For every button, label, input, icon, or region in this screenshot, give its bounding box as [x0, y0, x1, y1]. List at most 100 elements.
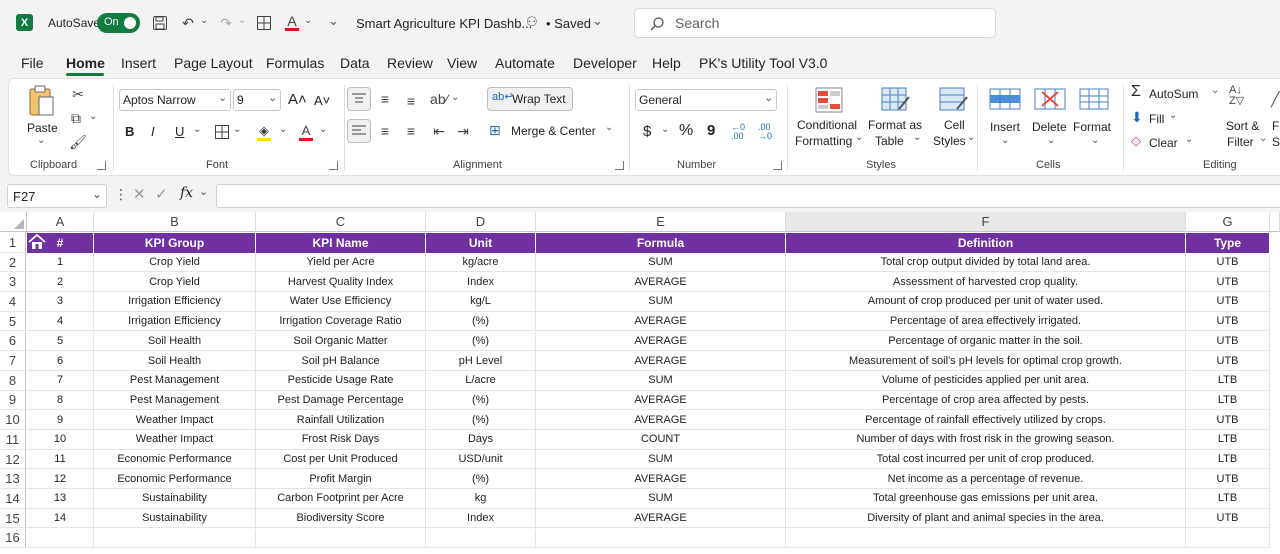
column-header-b[interactable]: B [94, 212, 256, 232]
copy-dropdown-icon[interactable]: ⌄ [89, 111, 97, 122]
more-options-icon[interactable]: ⋮ [114, 186, 128, 203]
cell-kpi-group[interactable]: Crop Yield [94, 252, 256, 273]
cell-unit[interactable]: L/acre [426, 370, 536, 391]
fill-color-icon[interactable]: ◈ [255, 121, 273, 143]
cell-type[interactable]: UTB [1186, 292, 1270, 312]
align-right-icon[interactable]: ≡ [401, 121, 421, 141]
cell-empty[interactable] [94, 528, 256, 549]
clear-button[interactable]: ◇ Clear ⌄ [1129, 133, 1197, 153]
cell-formula[interactable]: AVERAGE [536, 331, 786, 352]
cell-formula[interactable]: AVERAGE [536, 410, 786, 430]
cell-formula[interactable]: SUM [536, 370, 786, 391]
format-painter-icon[interactable]: 🖌 [69, 133, 87, 151]
cell-kpi-group[interactable]: Pest Management [94, 390, 256, 411]
cell-kpi-group[interactable]: Irrigation Efficiency [94, 292, 256, 312]
cell-num[interactable]: 2 [27, 272, 94, 293]
insert-cells-button[interactable]: Insert ⌄ [985, 85, 1025, 155]
autosave-toggle[interactable]: On [97, 13, 140, 33]
alignment-launcher-icon[interactable] [615, 161, 624, 170]
column-header-c[interactable]: C [256, 212, 426, 232]
cell-definition[interactable]: Amount of crop produced per unit of wate… [786, 292, 1186, 312]
sort-filter-button[interactable]: A↓ Z▽ Sort & Filter ⌄ [1221, 85, 1269, 155]
cell-num[interactable]: 7 [27, 370, 94, 391]
cell-definition[interactable]: Total greenhouse gas emissions per unit … [786, 489, 1186, 509]
cell-kpi-group[interactable]: Sustainability [94, 508, 256, 529]
cell-formula[interactable]: SUM [536, 489, 786, 509]
tab-page-layout[interactable]: Page Layout [174, 55, 253, 71]
cell-unit[interactable]: Index [426, 508, 536, 529]
cell-kpi-name[interactable]: Frost Risk Days [256, 430, 426, 450]
increase-font-icon[interactable]: A˄ [288, 91, 307, 108]
bold-button[interactable]: B [125, 124, 134, 139]
cell-definition[interactable]: Total crop output divided by total land … [786, 252, 1186, 273]
cell-type[interactable]: LTB [1186, 489, 1270, 509]
row-header-7[interactable]: 7 [0, 351, 26, 371]
cell-type[interactable]: LTB [1186, 390, 1270, 411]
cell-unit[interactable]: (%) [426, 331, 536, 352]
cell-type[interactable]: UTB [1186, 351, 1270, 371]
tab-review[interactable]: Review [387, 55, 433, 71]
cell-kpi-group[interactable]: Sustainability [94, 489, 256, 509]
font-color-icon[interactable]: A [282, 11, 302, 33]
cell-definition[interactable]: Total cost incurred per unit of crop pro… [786, 449, 1186, 470]
cell-kpi-group[interactable]: Weather Impact [94, 410, 256, 430]
cell-unit[interactable]: pH Level [426, 351, 536, 371]
align-middle-icon[interactable]: ≡ [375, 89, 395, 109]
font-color-button-dropdown-icon[interactable]: ⌄ [319, 124, 327, 135]
cell-unit[interactable]: Days [426, 430, 536, 450]
cell-unit[interactable]: (%) [426, 469, 536, 490]
cell-unit[interactable]: (%) [426, 410, 536, 430]
cell-num[interactable]: 8 [27, 390, 94, 411]
cell-formula[interactable]: AVERAGE [536, 311, 786, 332]
cell-formula[interactable]: AVERAGE [536, 469, 786, 490]
cell-styles-button[interactable]: Cell Styles ⌄ [931, 85, 981, 155]
customize-toolbar-icon[interactable]: ⌄ [328, 13, 339, 29]
borders-dropdown-icon[interactable]: ⌄ [233, 124, 241, 135]
undo-dropdown-icon[interactable]: ⌄ [200, 15, 208, 26]
fill-color-dropdown-icon[interactable]: ⌄ [279, 124, 287, 135]
percent-format-button[interactable]: % [679, 122, 693, 140]
cell-kpi-group[interactable]: Soil Health [94, 351, 256, 371]
cell-definition[interactable]: Number of days with frost risk in the gr… [786, 430, 1186, 450]
borders-icon[interactable] [254, 13, 274, 33]
decrease-decimal-icon[interactable]: .00 →0 [758, 123, 772, 141]
cell-num[interactable]: 10 [27, 430, 94, 450]
cell-type[interactable]: UTB [1186, 311, 1270, 332]
cell-unit[interactable]: kg/L [426, 292, 536, 312]
format-as-table-button[interactable]: Format as Table ⌄ [867, 85, 929, 155]
cell-kpi-group[interactable]: Economic Performance [94, 449, 256, 470]
cell-num[interactable]: 14 [27, 508, 94, 529]
currency-format-button[interactable]: $ [643, 123, 651, 140]
cell-kpi-group[interactable]: Irrigation Efficiency [94, 311, 256, 332]
tab-help[interactable]: Help [652, 55, 681, 71]
row-header-9[interactable]: 9 [0, 390, 26, 411]
cell-empty[interactable] [536, 528, 786, 549]
cell-num[interactable]: 9 [27, 410, 94, 430]
cell-kpi-name[interactable]: Carbon Footprint per Acre [256, 489, 426, 509]
align-top-button[interactable] [347, 87, 371, 111]
cell-formula[interactable]: AVERAGE [536, 351, 786, 371]
save-icon[interactable] [150, 13, 170, 33]
number-format-select[interactable]: General ⌄ [635, 89, 777, 111]
cell-num[interactable]: 5 [27, 331, 94, 352]
cell-num[interactable]: 1 [27, 252, 94, 273]
cell-definition[interactable]: Percentage of crop area affected by pest… [786, 390, 1186, 411]
cell-num[interactable]: 3 [27, 292, 94, 312]
cell-definition[interactable]: Measurement of soil's pH levels for opti… [786, 351, 1186, 371]
row-header-5[interactable]: 5 [0, 311, 26, 332]
cut-icon[interactable]: ✂ [69, 85, 87, 103]
row-header-10[interactable]: 10 [0, 410, 26, 430]
cell-kpi-group[interactable]: Crop Yield [94, 272, 256, 293]
name-box[interactable]: F27 ⌄ [7, 184, 107, 208]
cell-type[interactable]: UTB [1186, 508, 1270, 529]
cell-kpi-name[interactable]: Biodiversity Score [256, 508, 426, 529]
orientation-icon[interactable]: ab⁄ [429, 89, 449, 109]
cell-kpi-group[interactable]: Soil Health [94, 331, 256, 352]
share-people-icon[interactable]: ⚇ [526, 14, 538, 30]
cell-type[interactable]: UTB [1186, 252, 1270, 273]
cell-empty[interactable] [256, 528, 426, 549]
column-header-a[interactable]: A [27, 212, 94, 232]
cell-definition[interactable]: Assessment of harvested crop quality. [786, 272, 1186, 293]
clipboard-launcher-icon[interactable] [97, 161, 106, 170]
cell-unit[interactable]: Index [426, 272, 536, 293]
